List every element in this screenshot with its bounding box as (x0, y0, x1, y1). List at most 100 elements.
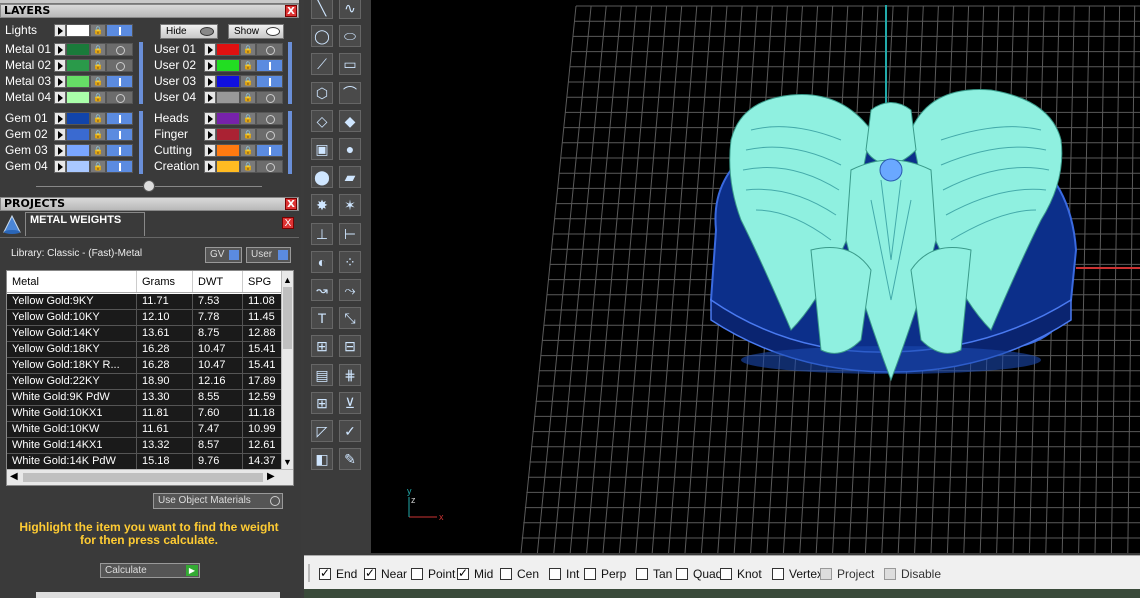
layer-lock-icon[interactable]: 🔒 (240, 128, 256, 141)
column-header-metal[interactable]: Metal (7, 271, 137, 292)
snap-tan[interactable]: Tan (636, 567, 672, 581)
layer-widget-right-1[interactable]: 🔒 (204, 59, 283, 72)
layer-widget-left-4[interactable]: 🔒 (54, 112, 133, 125)
collapse-icon[interactable] (143, 180, 155, 192)
snap-mid[interactable]: Mid (457, 566, 493, 581)
lights-lock-icon[interactable]: 🔒 (90, 24, 106, 37)
layer-widget-right-5[interactable]: 🔒 (204, 128, 283, 141)
snap-disable[interactable]: Disable (884, 567, 941, 581)
layer-lock-icon[interactable]: 🔒 (90, 128, 106, 141)
column-header-grams[interactable]: Grams (137, 271, 193, 292)
group-tool-icon[interactable]: ⊞ (310, 334, 334, 358)
column-header-dwt[interactable]: DWT (193, 271, 243, 292)
snap-project[interactable]: Project (820, 567, 874, 581)
layer-widget-left-3[interactable]: 🔒 (54, 91, 133, 104)
layer-visibility-toggle[interactable] (106, 112, 133, 125)
circle-tool-icon[interactable]: ◯ (310, 24, 334, 48)
plane-tool-icon[interactable]: ▰ (338, 165, 362, 189)
show-button[interactable]: Show (228, 24, 284, 39)
layer-color-swatch[interactable] (216, 43, 240, 56)
vertical-scrollbar[interactable]: ▲ ▼ (281, 271, 293, 469)
calculate-button[interactable]: Calculate ▶ (100, 563, 200, 578)
layer-color-swatch[interactable] (66, 91, 90, 104)
layer-visibility-toggle[interactable] (106, 91, 133, 104)
layer-arrow-icon[interactable] (54, 75, 66, 88)
snap-vertex[interactable]: Vertex (772, 567, 823, 581)
layer-color-swatch[interactable] (66, 43, 90, 56)
projects-close-button[interactable]: X (285, 198, 297, 210)
snap-checkbox[interactable] (636, 568, 648, 580)
layer-lock-icon[interactable]: 🔒 (240, 144, 256, 157)
lights-visibility-toggle[interactable] (106, 24, 133, 37)
explode-tool-icon[interactable]: ✶ (338, 193, 362, 217)
snap-near[interactable]: Near (364, 566, 407, 581)
layer-color-swatch[interactable] (66, 75, 90, 88)
layer-arrow-icon[interactable] (54, 43, 66, 56)
layer-color-swatch[interactable] (66, 112, 90, 125)
wand-tool-icon[interactable]: ✸ (310, 193, 334, 217)
layer-visibility-toggle[interactable] (256, 59, 283, 72)
snap-checkbox[interactable] (884, 568, 896, 580)
cylinder-tool-icon[interactable]: ⬤ (310, 165, 334, 189)
array-tool-icon[interactable]: ⁘ (338, 250, 362, 274)
layer-color-swatch[interactable] (216, 112, 240, 125)
layer-lock-icon[interactable]: 🔒 (240, 112, 256, 125)
snap-perp[interactable]: Perp (584, 567, 626, 581)
bend-tool-icon[interactable]: ◸ (310, 419, 334, 443)
snap-checkbox[interactable] (720, 568, 732, 580)
table-row[interactable]: Yellow Gold:18KY 16.28 10.47 15.41 (7, 342, 283, 358)
polygon-tool-icon[interactable]: ⬡ (310, 81, 334, 105)
snap-quad[interactable]: Quad (676, 567, 722, 581)
table-row[interactable]: Yellow Gold:18KY R... 16.28 10.47 15.41 (7, 358, 283, 374)
layer-color-swatch[interactable] (216, 144, 240, 157)
layer-lock-icon[interactable]: 🔒 (90, 112, 106, 125)
layer-visibility-toggle[interactable] (106, 59, 133, 72)
layer-lock-icon[interactable]: 🔒 (240, 91, 256, 104)
polyline-tool-icon[interactable]: ⟋ (310, 52, 334, 76)
extrude-tool-icon[interactable]: ▤ (310, 363, 334, 387)
snap-checkbox[interactable] (364, 566, 376, 580)
layer-visibility-toggle[interactable] (106, 75, 133, 88)
layer-widget-left-7[interactable]: 🔒 (54, 160, 133, 173)
layer-widget-left-1[interactable]: 🔒 (54, 59, 133, 72)
extend-tool-icon[interactable]: ⊢ (338, 222, 362, 246)
metal-weights-close-button[interactable]: X (282, 217, 294, 229)
metal-weights-tab[interactable]: METAL WEIGHTS (25, 212, 145, 236)
horizontal-scrollbar[interactable]: ◀ ▶ (7, 469, 293, 485)
layer-widget-right-2[interactable]: 🔒 (204, 75, 283, 88)
layer-visibility-toggle[interactable] (106, 43, 133, 56)
layer-lock-icon[interactable]: 🔒 (90, 91, 106, 104)
table-row[interactable]: Yellow Gold:10KY 12.10 7.78 11.45 (7, 310, 283, 326)
line-tool-icon[interactable]: ╲ (310, 0, 334, 20)
layer-widget-left-6[interactable]: 🔒 (54, 144, 133, 157)
ellipse-tool-icon[interactable]: ⬭ (338, 24, 362, 48)
grid-tool-icon[interactable]: ⊞ (310, 391, 334, 415)
layer-visibility-toggle[interactable] (106, 160, 133, 173)
table-row[interactable]: Yellow Gold:14KY 13.61 8.75 12.88 (7, 326, 283, 342)
layer-arrow-icon[interactable] (54, 128, 66, 141)
text-tool-icon[interactable]: T (310, 306, 334, 330)
layer-color-swatch[interactable] (66, 128, 90, 141)
layer-arrow-icon[interactable] (54, 160, 66, 173)
viewport-canvas[interactable]: x y z (371, 0, 1140, 553)
hscroll-thumb[interactable] (23, 473, 263, 482)
layer-lock-icon[interactable]: 🔒 (240, 160, 256, 173)
layer-visibility-toggle[interactable] (256, 112, 283, 125)
layer-widget-left-2[interactable]: 🔒 (54, 75, 133, 88)
layer-widget-right-4[interactable]: 🔒 (204, 112, 283, 125)
layer-widget-right-7[interactable]: 🔒 (204, 160, 283, 173)
column-header-spg[interactable]: SPG (243, 271, 283, 292)
layer-visibility-toggle[interactable] (256, 91, 283, 104)
align-tool-icon[interactable]: ⊻ (338, 391, 362, 415)
layer-visibility-toggle[interactable] (256, 144, 283, 157)
table-row[interactable]: White Gold:14KX1 13.32 8.57 12.61 (7, 438, 283, 454)
scroll-up-icon[interactable]: ▲ (283, 275, 292, 285)
layer-color-swatch[interactable] (216, 160, 240, 173)
3d-viewport[interactable]: x y z (371, 0, 1140, 553)
lights-arrow-icon[interactable] (54, 24, 66, 37)
snap-end[interactable]: End (319, 566, 357, 581)
layer-arrow-icon[interactable] (204, 112, 216, 125)
layer-color-swatch[interactable] (66, 59, 90, 72)
layer-lock-icon[interactable]: 🔒 (240, 75, 256, 88)
layer-widget-right-0[interactable]: 🔒 (204, 43, 283, 56)
